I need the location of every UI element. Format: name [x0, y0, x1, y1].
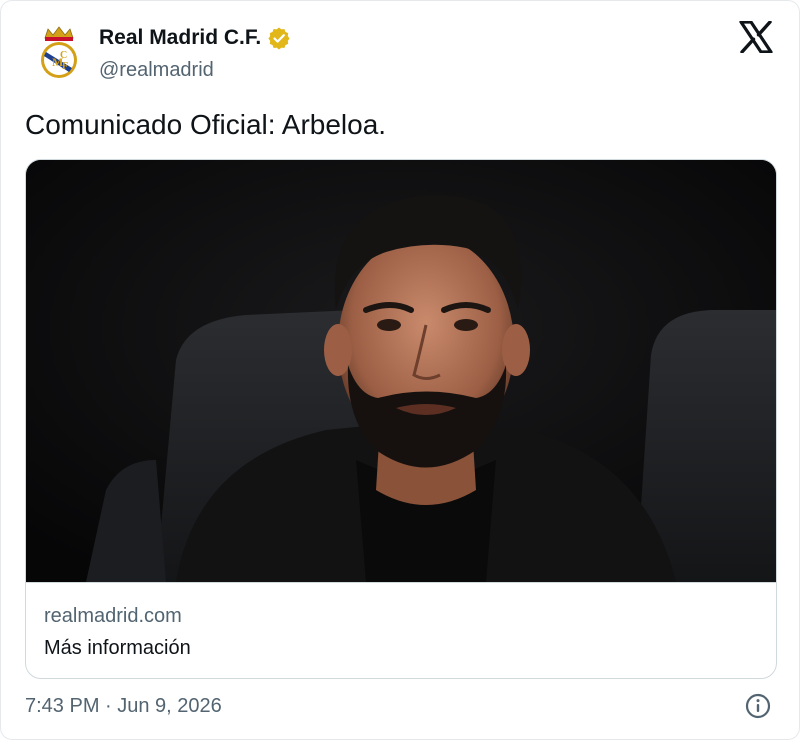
svg-text:F: F — [62, 61, 68, 72]
card-image[interactable] — [26, 160, 776, 582]
avatar[interactable]: M C F — [25, 18, 93, 86]
card-footer[interactable]: realmadrid.com Más información — [26, 582, 776, 678]
handle[interactable]: @realmadrid — [99, 55, 291, 85]
tweet-text: Comunicado Oficial: Arbeloa. — [25, 109, 387, 140]
card-domain: realmadrid.com — [44, 605, 182, 627]
svg-text:C: C — [60, 50, 67, 61]
info-icon[interactable] — [745, 693, 771, 719]
card-title: Más información — [44, 637, 191, 659]
display-name[interactable]: Real Madrid C.F. — [99, 23, 261, 53]
timestamp[interactable]: 7:43 PM · Jun 9, 2026 — [25, 693, 222, 719]
real-madrid-crest-icon: M C F — [41, 26, 77, 78]
verified-badge-icon — [268, 27, 290, 50]
x-logo-icon[interactable] — [739, 21, 773, 53]
link-card[interactable]: realmadrid.com Más información — [25, 159, 777, 679]
tweet-embed: M C F Real Madrid C.F. @realmadrid Comun… — [0, 0, 800, 740]
name-row: Real Madrid C.F. — [99, 23, 291, 53]
author-info: Real Madrid C.F. @realmadrid — [99, 23, 291, 85]
